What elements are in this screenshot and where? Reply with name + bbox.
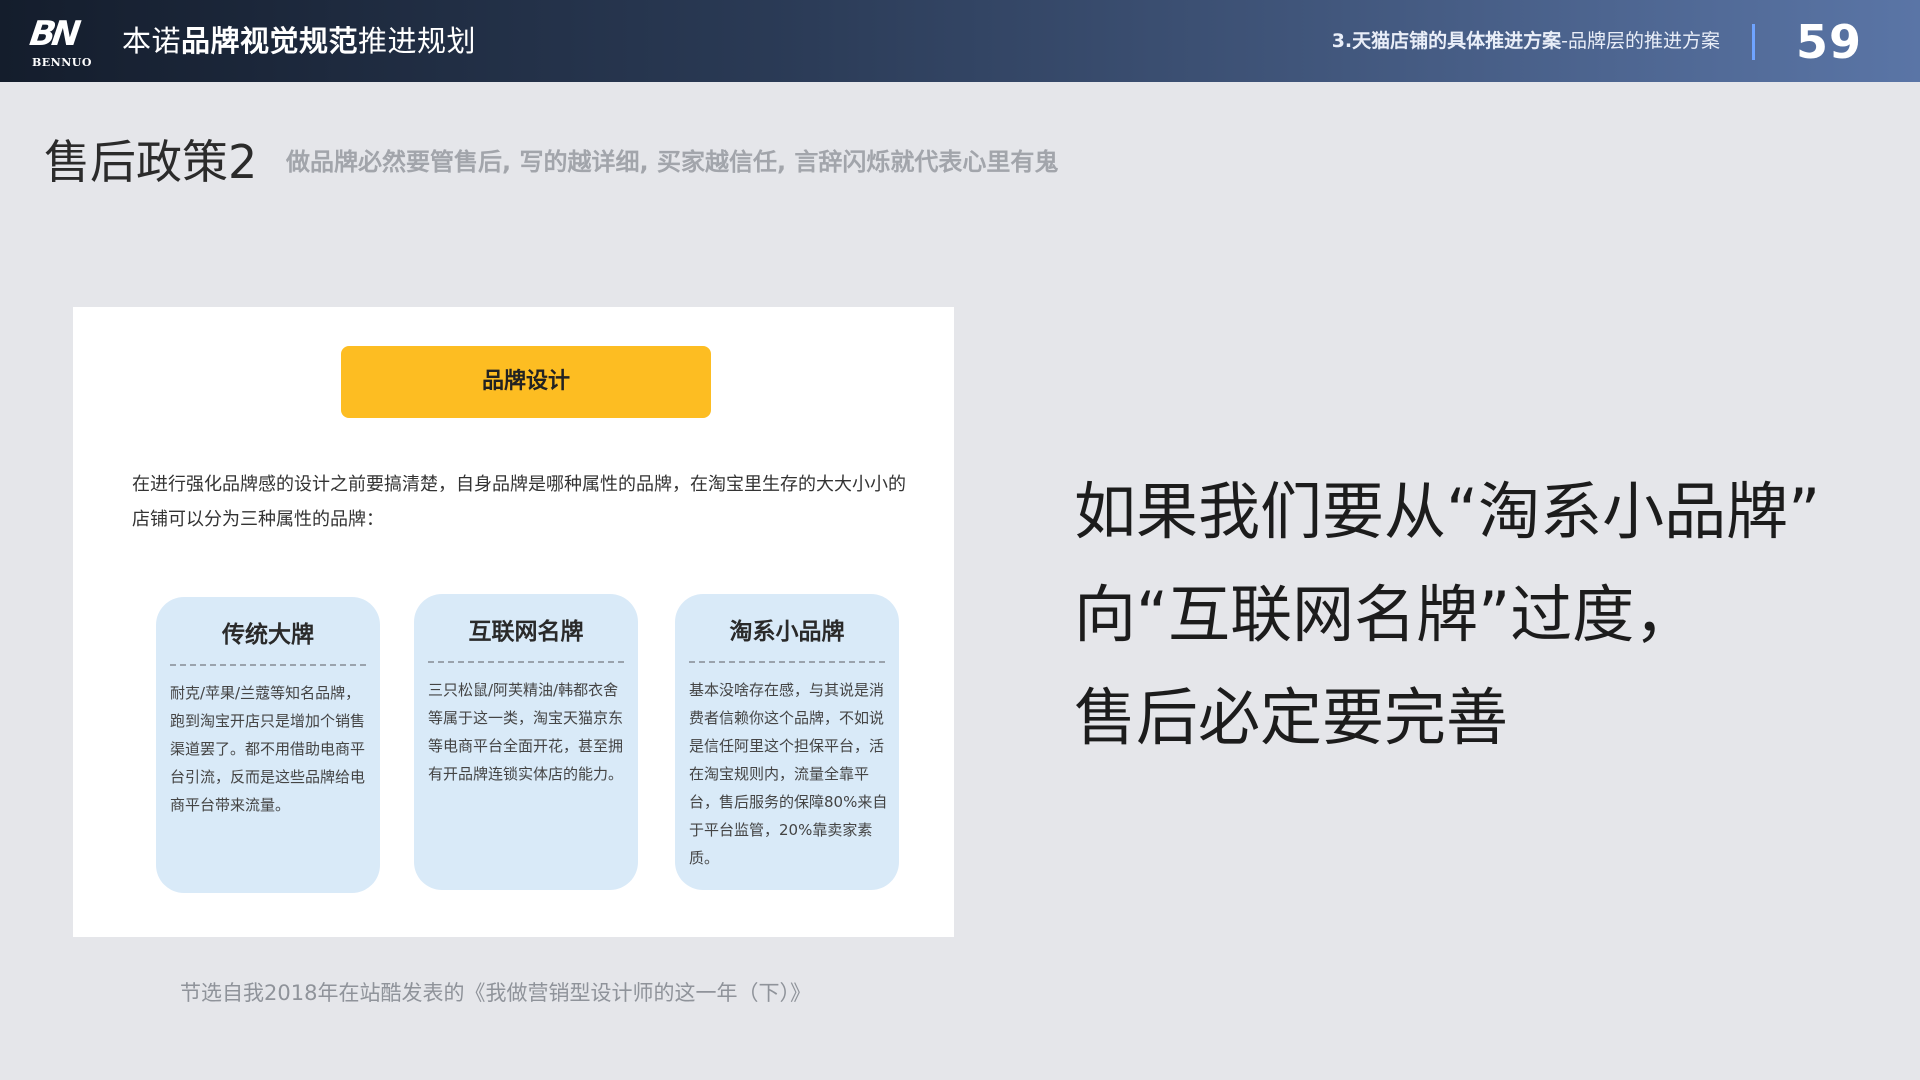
box-body: 三只松鼠/阿芙精油/韩都衣舍等属于这一类，淘宝天猫京东等电商平台全面开花，甚至拥…	[428, 681, 624, 783]
title-bold: 品牌视觉规范	[181, 24, 359, 58]
source-caption: 节选自我2018年在站酷发表的《我做营销型设计师的这一年（下）》	[180, 981, 811, 1005]
dashed-divider	[689, 661, 885, 663]
bennuo-logo: BN BENNUO	[24, 12, 104, 72]
box-title: 淘系小品牌	[729, 619, 845, 645]
box-title: 传统大牌	[222, 622, 314, 648]
logo-text: BENNUO	[32, 56, 92, 69]
header-bar: BN BENNUO 本诺品牌视觉规范推进规划 3.天猫店铺的具体推进方案-品牌层…	[0, 0, 1920, 82]
brand-type-box-traditional: 传统大牌 耐克/苹果/兰蔻等知名品牌，跑到淘宝开店只是增加个销售渠道罢了。都不用…	[156, 597, 380, 893]
brand-type-box-taobao: 淘系小品牌 基本没啥存在感，与其说是消费者信赖你这个品牌，不如说是信任阿里这个担…	[675, 594, 899, 890]
statement-line-3: 售后必定要完善	[1074, 681, 1509, 754]
screenshot-card: 品牌设计 在进行强化品牌感的设计之前要搞清楚，自身品牌是哪种属性的品牌，在淘宝里…	[73, 307, 954, 937]
page-number: 59	[1796, 15, 1863, 69]
box-body: 耐克/苹果/兰蔻等知名品牌，跑到淘宝开店只是增加个销售渠道罢了。都不用借助电商平…	[170, 684, 366, 814]
statement-line-1: 如果我们要从“淘系小品牌”	[1074, 475, 1821, 548]
intro-paragraph: 在进行强化品牌感的设计之前要搞清楚，自身品牌是哪种属性的品牌，在淘宝里生存的大大…	[132, 474, 906, 530]
brand-type-box-internet: 互联网名牌 三只松鼠/阿芙精油/韩都衣舍等属于这一类，淘宝天猫京东等电商平台全面…	[414, 594, 638, 890]
header-divider	[1752, 24, 1755, 60]
brand-design-pill: 品牌设计	[341, 346, 711, 418]
logo-mark: BN	[27, 14, 80, 54]
statement-line-2: 向“互联网名牌”过度，	[1074, 578, 1697, 651]
box-body: 基本没啥存在感，与其说是消费者信赖你这个品牌，不如说是信任阿里这个担保平台，活在…	[689, 681, 888, 867]
title-suffix: 推进规划	[358, 24, 477, 58]
box-title: 互联网名牌	[468, 619, 584, 645]
page-subtitle: 做品牌必然要管售后, 写的越详细, 买家越信任, 言辞闪烁就代表心里有鬼	[286, 148, 1059, 176]
title-prefix: 本诺	[122, 24, 182, 58]
dashed-divider	[170, 664, 366, 666]
section-label-rest: -品牌层的推进方案	[1561, 30, 1720, 52]
key-statement: 如果我们要从“淘系小品牌” 向“互联网名牌”过度， 售后必定要完善	[1074, 460, 1894, 769]
section-label-bold: 3.天猫店铺的具体推进方案	[1331, 30, 1562, 52]
section-label: 3.天猫店铺的具体推进方案-品牌层的推进方案	[1332, 28, 1720, 54]
dashed-divider	[428, 661, 624, 663]
page-title: 售后政策2	[44, 135, 258, 189]
document-title: 本诺品牌视觉规范推进规划	[122, 22, 476, 60]
